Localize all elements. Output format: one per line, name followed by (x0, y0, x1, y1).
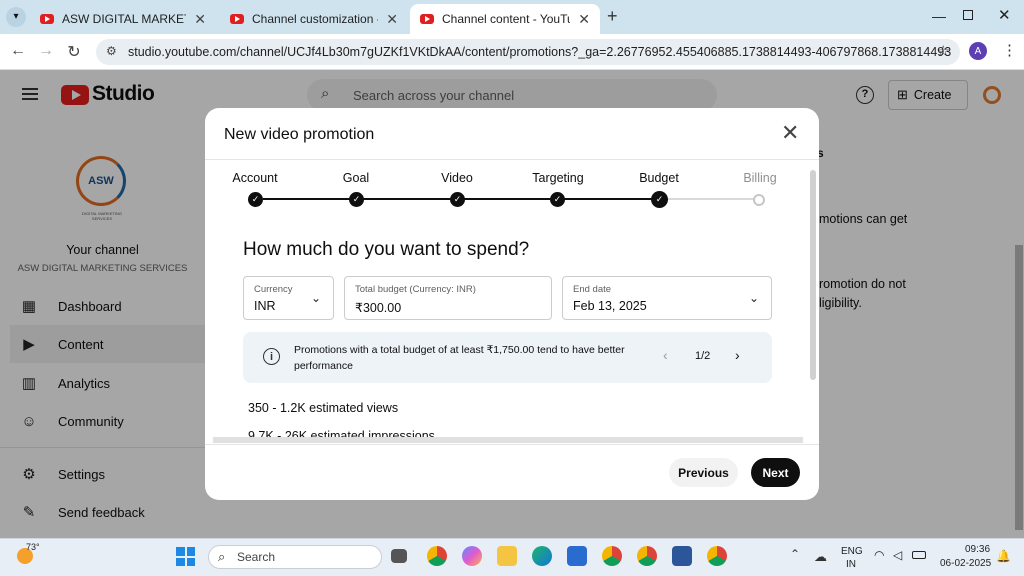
step-goal-check-icon[interactable]: ✓ (349, 192, 364, 207)
browser-tab-customization[interactable]: Channel customization - YouTub ✕ (220, 4, 408, 34)
previous-button[interactable]: Previous (669, 458, 738, 487)
chevron-left-icon[interactable]: ‹ (663, 347, 668, 363)
total-budget-input[interactable]: Total budget (Currency: INR) ₹300.00 (344, 276, 552, 320)
close-tab-icon[interactable]: ✕ (194, 11, 206, 28)
step-targeting-check-icon[interactable]: ✓ (550, 192, 565, 207)
back-arrow-icon[interactable]: ← (8, 42, 28, 60)
browser-menu-icon[interactable]: ⋮ (1002, 41, 1017, 59)
site-info-icon[interactable]: ⚙ (106, 44, 117, 58)
step-video-check-icon[interactable]: ✓ (450, 192, 465, 207)
volume-icon[interactable]: ◁ (893, 548, 902, 562)
budget-question-heading: How much do you want to spend? (243, 239, 530, 260)
stepper-remaining-line (663, 198, 763, 200)
next-button[interactable]: Next (751, 458, 800, 487)
forward-arrow-icon[interactable]: → (36, 42, 56, 60)
browser-tab-strip: ▾ ASW DIGITAL MARKETING SERV ✕ Channel c… (0, 0, 1024, 34)
step-video-label: Video (441, 171, 473, 185)
budget-tip-banner: i Promotions with a total budget of at l… (243, 332, 772, 383)
estimated-views: 350 - 1.2K estimated views (248, 401, 399, 415)
step-goal-label: Goal (342, 171, 370, 185)
tip-page-indicator: 1/2 (695, 350, 711, 362)
total-budget-label: Total budget (Currency: INR) (355, 284, 476, 295)
bookmark-star-icon[interactable]: ☆ (937, 42, 950, 60)
task-view-icon[interactable] (391, 549, 407, 563)
notification-bell-icon[interactable]: 🔔 (996, 549, 1011, 563)
dialog-footer-divider (205, 444, 819, 445)
dialog-divider (205, 159, 819, 160)
currency-select[interactable]: Currency INR ⌄ (243, 276, 334, 320)
end-date-value: Feb 13, 2025 (573, 299, 647, 313)
battery-icon[interactable] (912, 551, 926, 559)
youtube-favicon-icon (230, 14, 244, 24)
chrome-icon[interactable] (427, 546, 447, 566)
tab-title: ASW DIGITAL MARKETING SERV (62, 12, 186, 26)
chrome-profile-icon[interactable] (602, 546, 622, 566)
show-hidden-icons-chevron-icon[interactable]: ⌃ (790, 547, 800, 561)
tip-text: Promotions with a total budget of at lea… (294, 344, 625, 372)
total-budget-value: ₹300.00 (355, 301, 402, 315)
horizontal-scrollbar[interactable] (213, 437, 803, 443)
currency-value: INR (254, 299, 276, 313)
reload-icon[interactable]: ↻ (64, 42, 84, 62)
step-budget-check-icon[interactable]: ✓ (651, 191, 668, 208)
language-indicator[interactable]: ENG (841, 546, 863, 557)
browser-tab-content[interactable]: Channel content - YouTube Stu ✕ (410, 4, 600, 34)
vertical-scrollbar[interactable] (810, 170, 816, 380)
file-explorer-icon[interactable] (497, 546, 517, 566)
clock-time[interactable]: 09:36 (965, 544, 990, 555)
close-window-icon[interactable]: ✕ (998, 6, 1011, 24)
youtube-favicon-icon (40, 14, 54, 24)
youtube-favicon-icon (420, 14, 434, 24)
close-tab-icon[interactable]: ✕ (578, 11, 590, 28)
chevron-down-icon: ⌄ (310, 291, 321, 305)
step-budget-label: Budget (639, 171, 679, 185)
browser-tab-asw[interactable]: ASW DIGITAL MARKETING SERV ✕ (30, 4, 216, 34)
weather-temperature[interactable]: 73° (26, 542, 40, 552)
close-icon[interactable]: ✕ (781, 122, 799, 144)
step-account-check-icon[interactable]: ✓ (248, 192, 263, 207)
new-video-promotion-dialog: New video promotion ✕ Account Goal Video… (205, 108, 819, 500)
search-icon: ⌕ (218, 549, 226, 564)
end-date-label: End date (573, 284, 612, 295)
wifi-icon[interactable]: ◠ (874, 548, 884, 562)
step-account-label: Account (232, 171, 278, 185)
tab-list-menu-button[interactable]: ▾ (6, 7, 26, 27)
minimize-icon[interactable]: — (932, 8, 946, 24)
clock-date[interactable]: 06-02-2025 (940, 558, 991, 569)
copilot-icon[interactable] (462, 546, 482, 566)
onedrive-icon[interactable]: ☁ (814, 549, 827, 565)
address-bar[interactable]: ⚙ studio.youtube.com/channel/UCJf4Lb30m7… (96, 39, 960, 65)
chrome-profile-icon[interactable] (637, 546, 657, 566)
info-icon: i (263, 348, 280, 365)
chevron-down-icon: ⌄ (748, 291, 759, 305)
tab-title: Channel customization - YouTub (252, 12, 378, 26)
taskbar-search-box[interactable]: ⌕ Search (208, 545, 382, 569)
profile-avatar[interactable]: A (969, 42, 987, 60)
currency-label: Currency (254, 284, 293, 295)
edge-icon[interactable] (532, 546, 552, 566)
chrome-active-icon[interactable] (707, 546, 727, 566)
tab-title: Channel content - YouTube Stu (442, 12, 570, 26)
new-tab-button[interactable]: + (607, 6, 618, 27)
taskbar-search-label: Search (237, 550, 276, 564)
end-date-select[interactable]: End date Feb 13, 2025 ⌄ (562, 276, 772, 320)
word-icon[interactable] (672, 546, 692, 566)
close-tab-icon[interactable]: ✕ (386, 11, 398, 28)
step-billing-circle-icon (753, 194, 765, 206)
start-windows-icon[interactable] (176, 547, 195, 566)
step-targeting-label: Targeting (532, 171, 584, 185)
region-indicator[interactable]: IN (846, 559, 856, 570)
step-billing-label: Billing (743, 171, 777, 185)
chevron-right-icon[interactable]: › (735, 347, 740, 363)
microsoft-store-icon[interactable] (567, 546, 587, 566)
url-text: studio.youtube.com/channel/UCJf4Lb30m7gU… (128, 45, 952, 59)
restore-icon[interactable] (963, 10, 973, 20)
dialog-title: New video promotion (224, 126, 375, 143)
